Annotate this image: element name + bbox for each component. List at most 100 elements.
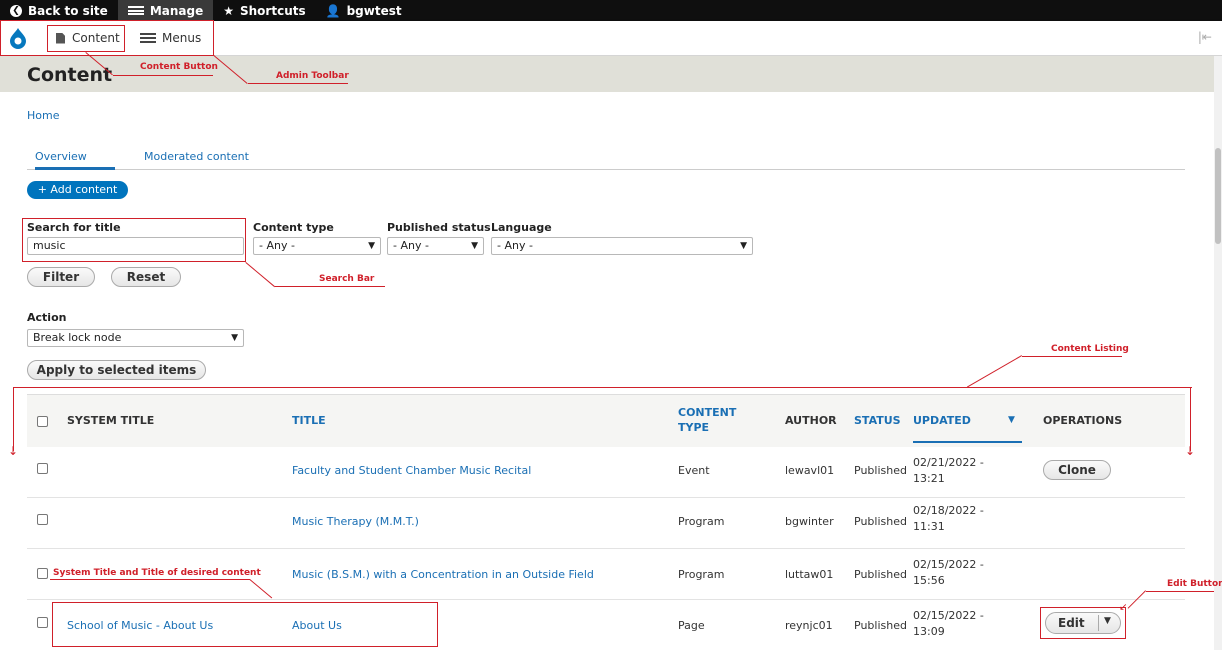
content-listing-bracket-right <box>1190 387 1191 451</box>
search-bar-annotation-underline <box>275 286 385 287</box>
content-listing-annotation-underline <box>1022 356 1122 357</box>
row-checkbox[interactable] <box>37 617 48 628</box>
breadcrumb-home[interactable]: Home <box>27 109 59 122</box>
tabs: Overview Moderated content <box>27 143 1185 170</box>
row-updated-date: 02/15/2022 - <box>913 558 984 571</box>
search-bar-annotation-box <box>22 218 246 262</box>
system-title-annotation-box <box>52 602 438 647</box>
row-updated-date: 02/15/2022 - <box>913 609 984 622</box>
language-value: - Any - <box>497 239 533 252</box>
edit-button-annotation-underline <box>1146 591 1214 592</box>
user-label: bgwtest <box>346 3 402 18</box>
published-status-value: - Any - <box>393 239 429 252</box>
add-content-button[interactable]: + Add content <box>27 181 128 199</box>
action-value: Break lock node <box>33 331 122 344</box>
row-author: bgwinter <box>785 515 834 528</box>
row-status: Published <box>854 464 907 477</box>
tab-moderated-content[interactable]: Moderated content <box>144 150 249 163</box>
back-to-site-label: Back to site <box>28 3 108 18</box>
row-status: Published <box>854 515 907 528</box>
admin-toolbar-bar: ❮ Back to site Manage ★ Shortcuts 👤 bgwt… <box>0 0 1222 21</box>
shortcuts-label: Shortcuts <box>240 3 306 18</box>
clone-button[interactable]: Clone <box>1043 460 1111 480</box>
content-button-annotation-underline <box>113 75 213 76</box>
row-updated-time: 11:31 <box>913 520 945 533</box>
table-header: SYSTEM TITLE TITLE CONTENT TYPE AUTHOR S… <box>27 394 1185 447</box>
row-checkbox[interactable] <box>37 463 48 474</box>
content-listing-arrow-left-icon: ↓ <box>8 444 19 458</box>
table-row: Music Therapy (M.M.T.) Program bgwinter … <box>27 497 1185 549</box>
row-content-type: Program <box>678 515 725 528</box>
star-icon: ★ <box>223 3 234 18</box>
content-type-value: - Any - <box>259 239 295 252</box>
system-title-annotation-label: System Title and Title of desired conten… <box>53 568 261 578</box>
published-status-select[interactable]: - Any - ▼ <box>387 237 484 255</box>
action-select[interactable]: Break lock node ▼ <box>27 329 244 347</box>
search-bar-annotation-line <box>245 262 276 288</box>
content-button-annotation-box <box>47 25 125 52</box>
row-content-type: Program <box>678 568 725 581</box>
content-button-annotation-label: Content Button <box>140 62 218 72</box>
content-type-select[interactable]: - Any - ▼ <box>253 237 381 255</box>
admin-toolbar-annotation-label: Admin Toolbar <box>276 71 349 81</box>
row-author: lewavl01 <box>785 464 835 477</box>
user-icon: 👤 <box>325 3 341 18</box>
row-title-link[interactable]: Faculty and Student Chamber Music Recita… <box>292 463 531 479</box>
tab-overview[interactable]: Overview <box>35 150 87 163</box>
header-updated[interactable]: UPDATED <box>913 413 971 428</box>
row-updated: 02/15/2022 - 15:56 <box>913 557 984 589</box>
apply-to-selected-button[interactable]: Apply to selected items <box>27 360 206 380</box>
row-updated-time: 13:21 <box>913 472 945 485</box>
active-tab-indicator <box>35 167 115 170</box>
back-to-site-link[interactable]: ❮ Back to site <box>0 0 118 21</box>
row-author: luttaw01 <box>785 568 834 581</box>
header-content-type-line1: CONTENT <box>678 406 737 419</box>
hamburger-icon <box>127 6 144 15</box>
content-listing-bracket-left <box>13 387 14 451</box>
manage-link[interactable]: Manage <box>117 0 214 21</box>
header-title[interactable]: TITLE <box>292 413 326 428</box>
row-updated-date: 02/18/2022 - <box>913 504 984 517</box>
shortcuts-link[interactable]: ★ Shortcuts <box>213 0 315 21</box>
row-status: Published <box>854 619 907 632</box>
row-title-link[interactable]: Music Therapy (M.M.T.) <box>292 514 419 530</box>
row-content-type: Event <box>678 464 710 477</box>
user-link[interactable]: 👤 bgwtest <box>316 0 412 21</box>
scrollbar[interactable] <box>1214 56 1222 650</box>
header-author: AUTHOR <box>785 414 837 427</box>
row-title-link[interactable]: Music (B.S.M.) with a Concentration in a… <box>292 567 594 583</box>
row-checkbox[interactable] <box>37 514 48 525</box>
admin-toolbar-annotation-underline <box>248 83 348 84</box>
published-status-label: Published status <box>387 221 491 234</box>
content-type-label: Content type <box>253 221 334 234</box>
select-all-checkbox[interactable] <box>37 416 48 427</box>
scroll-thumb[interactable] <box>1215 148 1221 244</box>
chevron-down-icon: ▼ <box>368 241 375 251</box>
header-system-title: SYSTEM TITLE <box>67 414 155 427</box>
edit-button-annotation-label: Edit Button <box>1167 579 1222 589</box>
row-content-type: Page <box>678 619 705 632</box>
row-updated-time: 15:56 <box>913 574 945 587</box>
language-label: Language <box>491 221 552 234</box>
reset-button[interactable]: Reset <box>111 267 181 287</box>
row-status: Published <box>854 568 907 581</box>
row-checkbox[interactable] <box>37 568 48 579</box>
content-listing-annotation-line <box>966 355 1022 388</box>
system-title-annotation-underline <box>50 579 250 580</box>
chevron-down-icon: ▼ <box>740 241 747 251</box>
back-arrow-icon: ❮ <box>10 4 22 17</box>
action-label: Action <box>27 311 67 324</box>
language-select[interactable]: - Any - ▼ <box>491 237 753 255</box>
filter-button[interactable]: Filter <box>27 267 95 287</box>
search-bar-annotation-label: Search Bar <box>319 274 375 284</box>
row-updated-time: 13:09 <box>913 625 945 638</box>
sort-desc-icon: ▼ <box>1008 415 1015 425</box>
collapse-toolbar-icon[interactable]: |⇤ <box>1198 30 1212 44</box>
header-content-type-line2: TYPE <box>678 421 710 434</box>
header-content-type[interactable]: CONTENT TYPE <box>678 405 736 435</box>
row-updated-date: 02/21/2022 - <box>913 456 984 469</box>
header-status[interactable]: STATUS <box>854 413 901 428</box>
edit-button-annotation-box <box>1040 607 1126 639</box>
content-listing-annotation-label: Content Listing <box>1051 344 1129 354</box>
row-author: reynjc01 <box>785 619 833 632</box>
